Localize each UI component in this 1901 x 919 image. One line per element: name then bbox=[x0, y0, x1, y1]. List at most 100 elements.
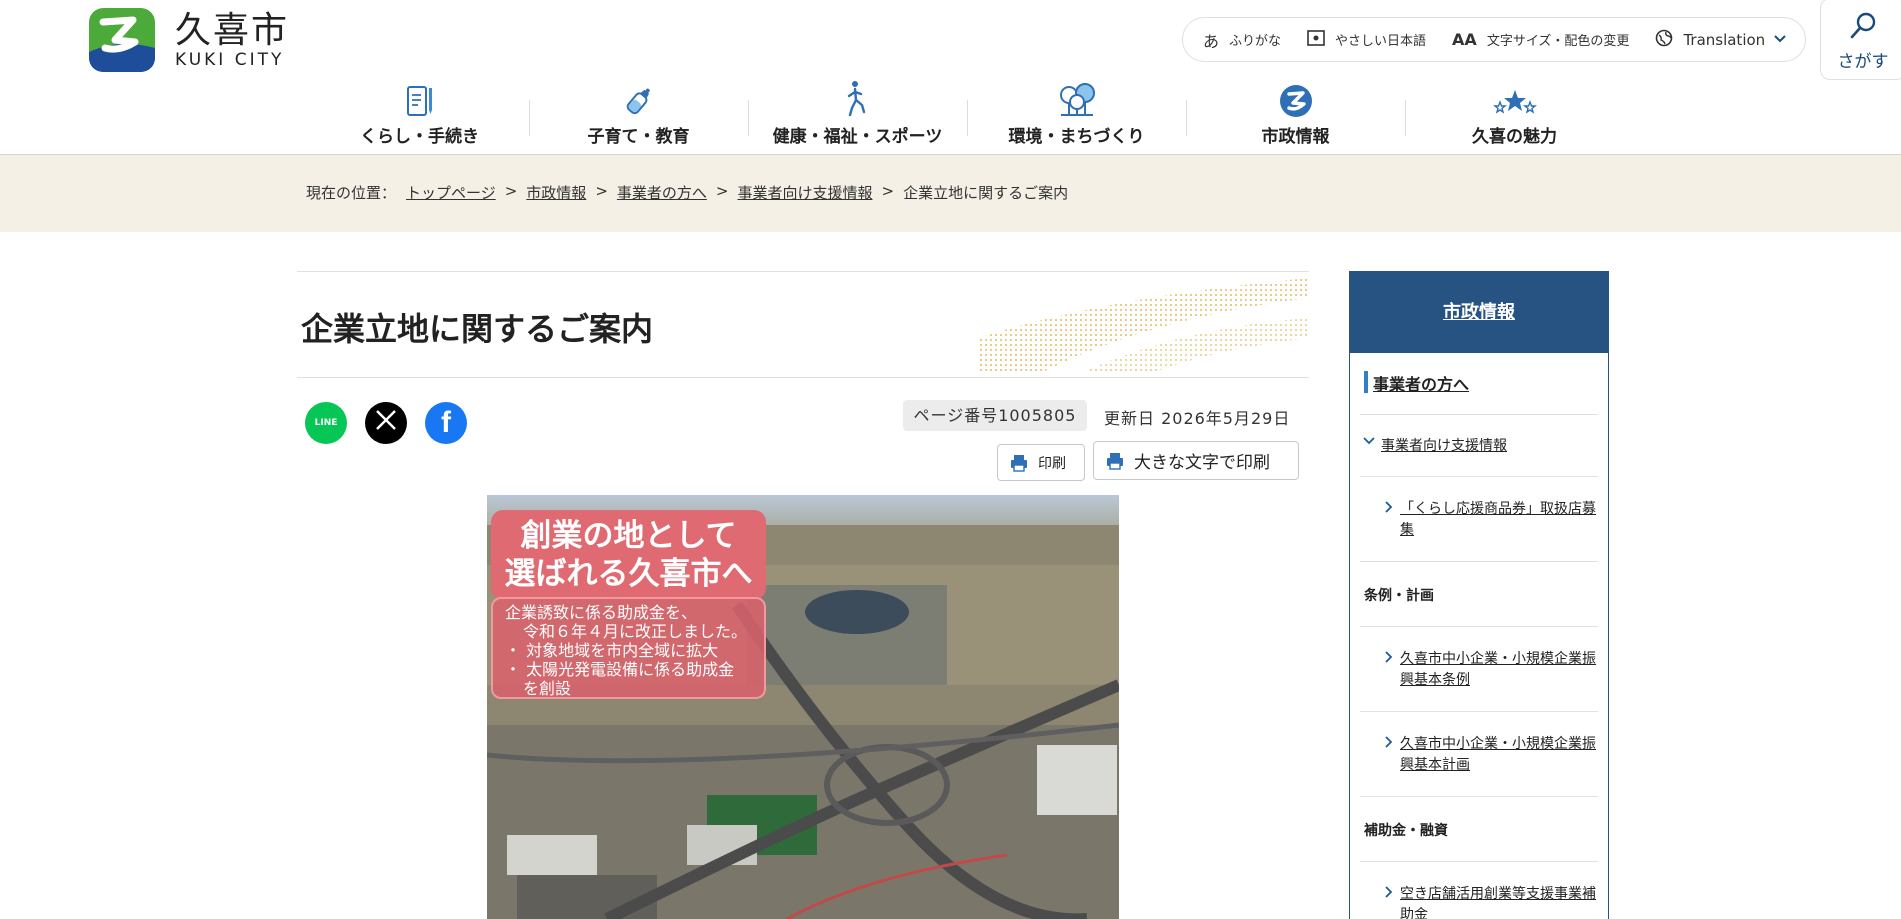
global-nav: くらし・手続き 子育て・教育 健康・福祉・スポーツ 環境・まちづくり 市政情報 bbox=[310, 80, 1624, 150]
line-share-button[interactable]: LINE bbox=[305, 402, 347, 444]
page-title-box: 企業立地に関するご案内 bbox=[297, 271, 1309, 378]
gnav-item-health[interactable]: 健康・福祉・スポーツ bbox=[748, 80, 967, 150]
document-pen-icon bbox=[310, 80, 529, 118]
print-large-text-button[interactable]: 大きな文字で印刷 bbox=[1093, 441, 1299, 480]
chevron-down-icon bbox=[1363, 435, 1375, 476]
translation-label: Translation bbox=[1683, 30, 1766, 49]
hero-aerial-image: 創業の地として 選ばれる久喜市へ 企業誘致に係る助成金を、 令和６年４月に改正し… bbox=[487, 495, 1119, 919]
sns-share-bar: LINE f bbox=[305, 402, 485, 444]
hero-body-line3: ・ 対象地域を市内全域に拡大 bbox=[505, 641, 719, 660]
gnav-item-environment[interactable]: 環境・まちづくり bbox=[967, 80, 1186, 150]
runner-icon bbox=[748, 80, 967, 118]
sidebar-item-businesses-label: 事業者の方へ bbox=[1373, 375, 1470, 394]
gnav-item-childcare[interactable]: 子育て・教育 bbox=[529, 80, 748, 150]
utility-bar: あ ふりがな やさしい日本語 AA 文字サイズ・配色の変更 Translatio… bbox=[1182, 17, 1806, 62]
chevron-down-icon bbox=[1773, 33, 1787, 47]
gnav-label-environment: 環境・まちづくり bbox=[1008, 127, 1145, 147]
gnav-label-charm: 久喜の魅力 bbox=[1472, 127, 1557, 147]
breadcrumb-separator: > bbox=[881, 182, 895, 200]
line-icon: LINE bbox=[314, 418, 338, 428]
print-large-label: 大きな文字で印刷 bbox=[1134, 453, 1270, 473]
breadcrumb-current: 企業立地に関するご案内 bbox=[903, 184, 1069, 202]
search-label: さがす bbox=[1837, 52, 1889, 72]
sidebar-link-sme-plan-label: 久喜市中小企業・小規模企業振興基本計画 bbox=[1400, 736, 1596, 773]
page-number-badge: ページ番号1005805 bbox=[903, 400, 1087, 431]
site-header: 久喜市 KUKI CITY あ ふりがな やさしい日本語 AA 文字サイズ・配色… bbox=[0, 0, 1901, 155]
gnav-item-city-government[interactable]: 市政情報 bbox=[1186, 80, 1405, 150]
sidebar-link-vacant-store-subsidy-label: 空き店舗活用創業等支援事業補助金 bbox=[1400, 886, 1596, 919]
breadcrumb-link-city-government[interactable]: 市政情報 bbox=[526, 182, 586, 203]
search-icon bbox=[1821, 11, 1901, 45]
sidebar-item-business-support[interactable]: 事業者向け支援情報 bbox=[1360, 415, 1598, 477]
sidebar-heading[interactable]: 市政情報 bbox=[1350, 272, 1608, 353]
title-decoration bbox=[979, 278, 1309, 374]
city-emblem-icon bbox=[1186, 80, 1405, 118]
printer-icon bbox=[1010, 454, 1028, 472]
furigana-button[interactable]: あ ふりがな bbox=[1203, 28, 1281, 52]
breadcrumb-separator: > bbox=[595, 182, 608, 200]
breadcrumb-separator: > bbox=[504, 182, 518, 200]
chevron-right-icon bbox=[1384, 499, 1394, 561]
search-button[interactable]: さがす bbox=[1820, 0, 1901, 80]
sidebar-link-voucher-stores[interactable]: 「くらし応援商品券」取扱店募集 bbox=[1360, 477, 1598, 562]
hero-body-line2: 令和６年４月に改正しました。 bbox=[523, 622, 748, 641]
hero-headline-line1: 創業の地として bbox=[520, 518, 737, 554]
chevron-right-icon bbox=[1384, 649, 1394, 711]
furigana-label: ふりがな bbox=[1229, 34, 1282, 49]
site-name-jp: 久喜市 bbox=[175, 10, 290, 51]
sidebar-link-sme-plan[interactable]: 久喜市中小企業・小規模企業振興基本計画 bbox=[1360, 712, 1598, 797]
trees-icon bbox=[967, 80, 1186, 118]
hero-headline: 創業の地として 選ばれる久喜市へ bbox=[491, 510, 766, 600]
hero-headline-line2: 選ばれる久喜市へ bbox=[504, 556, 753, 592]
gnav-label-health: 健康・福祉・スポーツ bbox=[772, 127, 943, 147]
sidebar-item-business-support-label: 事業者向け支援情報 bbox=[1381, 438, 1507, 454]
easy-japanese-label: やさしい日本語 bbox=[1335, 34, 1427, 49]
hero-body-line1: 企業誘致に係る助成金を、 bbox=[505, 603, 698, 622]
text-size-color-button[interactable]: AA 文字サイズ・配色の変更 bbox=[1452, 30, 1629, 49]
sidebar-category-ordinances: 条例・計画 bbox=[1360, 562, 1598, 627]
sidebar-link-voucher-stores-label: 「くらし応援商品券」取扱店募集 bbox=[1400, 501, 1596, 538]
baby-bottle-icon bbox=[529, 80, 748, 118]
sidebar-item-businesses[interactable]: 事業者の方へ bbox=[1360, 353, 1598, 415]
stars-icon bbox=[1405, 80, 1624, 118]
x-logo-icon bbox=[375, 409, 397, 437]
gnav-item-charm[interactable]: 久喜の魅力 bbox=[1405, 80, 1624, 150]
gnav-label-city-government: 市政情報 bbox=[1261, 127, 1330, 147]
breadcrumb: 現在の位置： トップページ > 市政情報 > 事業者の方へ > 事業者向け支援情… bbox=[306, 182, 1068, 203]
sidebar-link-sme-ordinance-label: 久喜市中小企業・小規模企業振興基本条例 bbox=[1400, 651, 1596, 688]
kuki-city-emblem-icon bbox=[89, 8, 155, 72]
breadcrumb-band: 現在の位置： トップページ > 市政情報 > 事業者の方へ > 事業者向け支援情… bbox=[0, 155, 1901, 232]
page-title: 企業立地に関するご案内 bbox=[301, 310, 654, 348]
text-size-label: 文字サイズ・配色の変更 bbox=[1486, 34, 1630, 49]
gnav-label-living: くらし・手続き bbox=[360, 127, 479, 147]
breadcrumb-link-top[interactable]: トップページ bbox=[406, 182, 496, 203]
chevron-right-icon bbox=[1384, 884, 1394, 919]
breadcrumb-link-businesses[interactable]: 事業者の方へ bbox=[617, 182, 707, 203]
hiragana-a-icon: あ bbox=[1203, 31, 1220, 51]
breadcrumb-link-business-support[interactable]: 事業者向け支援情報 bbox=[737, 182, 872, 203]
site-logo[interactable]: 久喜市 KUKI CITY bbox=[89, 8, 289, 72]
facebook-icon: f bbox=[441, 406, 451, 439]
sidebar-category-subsidies: 補助金・融資 bbox=[1360, 797, 1598, 862]
hero-body-line5: を創設 bbox=[523, 679, 572, 698]
updated-date: 更新日 2026年5月29日 bbox=[1104, 409, 1291, 428]
breadcrumb-separator: > bbox=[715, 182, 729, 200]
x-share-button[interactable] bbox=[365, 402, 407, 444]
sidebar-link-sme-ordinance[interactable]: 久喜市中小企業・小規模企業振興基本条例 bbox=[1360, 627, 1598, 712]
globe-icon bbox=[1655, 29, 1673, 51]
print-button[interactable]: 印刷 bbox=[997, 444, 1085, 481]
breadcrumb-prefix: 現在の位置： bbox=[306, 184, 397, 202]
gnav-label-childcare: 子育て・教育 bbox=[587, 127, 690, 147]
text-size-icon: AA bbox=[1452, 30, 1477, 49]
easy-japanese-icon bbox=[1307, 29, 1325, 50]
translation-dropdown[interactable]: Translation bbox=[1655, 29, 1787, 51]
facebook-share-button[interactable]: f bbox=[425, 402, 467, 444]
chevron-right-icon bbox=[1384, 734, 1394, 796]
gnav-item-living[interactable]: くらし・手続き bbox=[310, 80, 529, 150]
printer-icon bbox=[1106, 452, 1124, 470]
easy-japanese-button[interactable]: やさしい日本語 bbox=[1307, 29, 1427, 50]
sidebar-link-vacant-store-subsidy[interactable]: 空き店舗活用創業等支援事業補助金 bbox=[1360, 862, 1598, 919]
sidebar-nav: 市政情報 事業者の方へ 事業者向け支援情報 「くらし応援商品券」取扱店募集 条例… bbox=[1349, 271, 1609, 919]
hero-body-line4: ・ 太陽光発電設備に係る助成金 bbox=[505, 660, 735, 679]
hero-body: 企業誘致に係る助成金を、 令和６年４月に改正しました。 ・ 対象地域を市内全域に… bbox=[491, 597, 766, 699]
